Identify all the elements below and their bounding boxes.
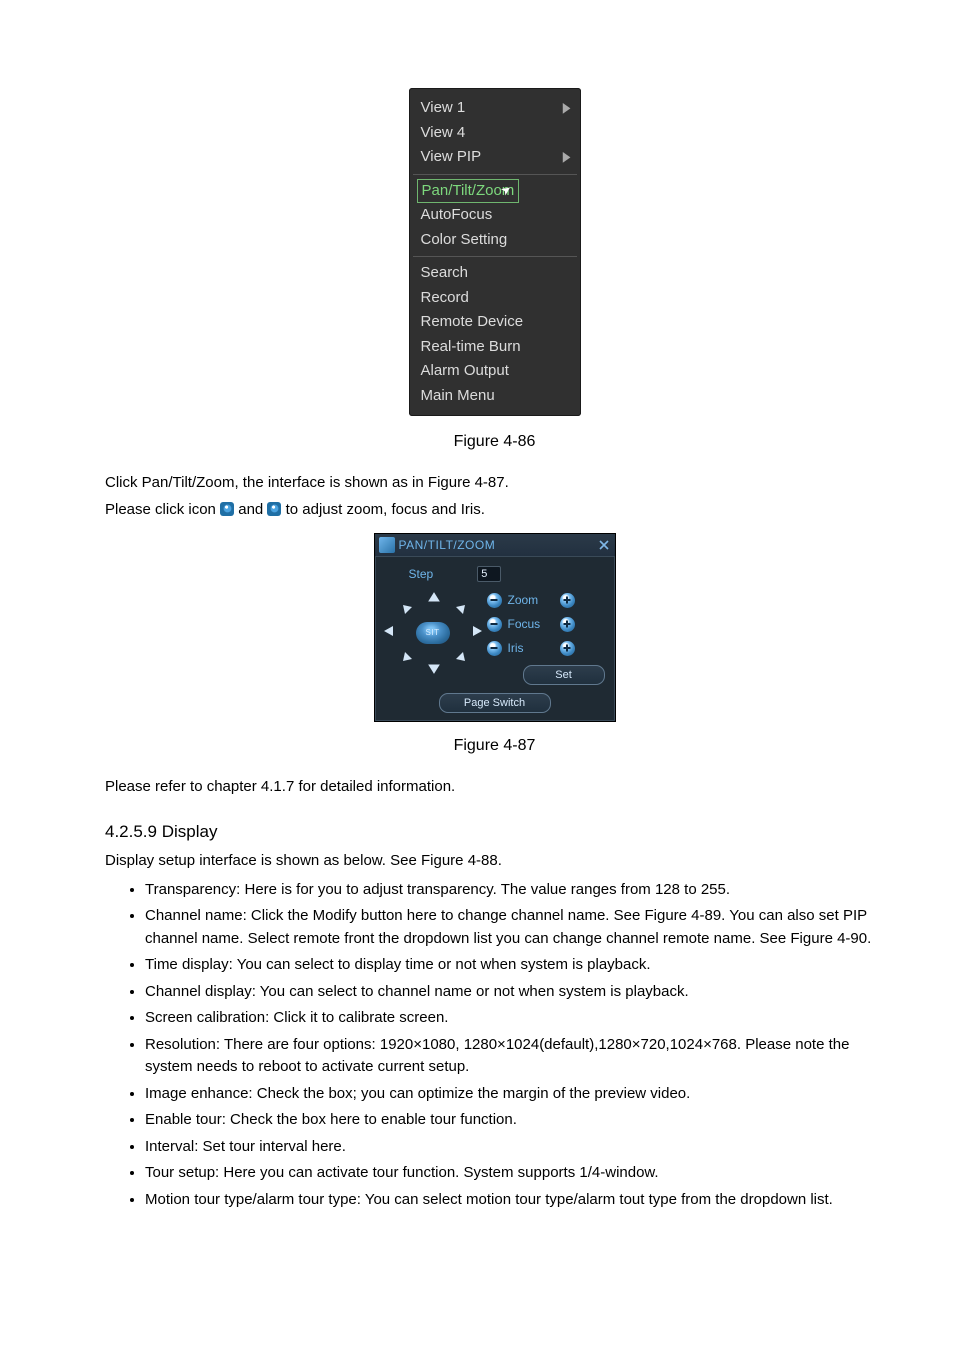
ctx-item-label: Color Setting xyxy=(421,229,508,252)
ptz-arrow-up[interactable] xyxy=(425,589,443,607)
page-root: View 1 ▶ View 4 View PIP ▶ Pan/Tilt/Zoom… xyxy=(0,0,954,1277)
ctx-item-remote-device[interactable]: Remote Device xyxy=(409,310,581,335)
focus-plus-button[interactable] xyxy=(560,617,575,632)
list-item: Transparency: Here is for you to adjust … xyxy=(145,879,884,902)
ptz-row-label: Iris xyxy=(508,639,554,657)
ptz-title-left: PAN/TILT/ZOOM xyxy=(379,536,496,554)
submenu-arrow-icon: ▶ xyxy=(563,147,571,168)
ctx-item-realtime-burn[interactable]: Real-time Burn xyxy=(409,335,581,360)
plus-sphere-icon xyxy=(267,502,281,516)
ctx-item-label: View 4 xyxy=(421,122,466,145)
ptz-arrow-down[interactable] xyxy=(425,659,443,677)
ptz-row-label: Focus xyxy=(508,615,554,633)
ptz-direction-pad: SIT xyxy=(385,589,481,677)
figure-caption-86: Figure 4-86 xyxy=(105,430,884,454)
ptz-sit-button[interactable]: SIT xyxy=(416,622,450,644)
ctx-item-label: View 1 xyxy=(421,97,466,120)
ctx-item-main-menu[interactable]: Main Menu xyxy=(409,384,581,409)
zoom-plus-button[interactable] xyxy=(560,593,575,608)
iris-minus-button[interactable] xyxy=(487,641,502,656)
ptz-focus-row: Focus xyxy=(487,615,605,633)
list-item: Tour setup: Here you can activate tour f… xyxy=(145,1162,884,1185)
ptz-arrow-downright[interactable] xyxy=(451,647,469,665)
ptz-step-label: Step xyxy=(409,565,434,583)
ctx-item-color-setting[interactable]: Color Setting xyxy=(409,228,581,253)
body-text-fragment: and xyxy=(238,501,267,518)
ctx-item-label: Real-time Burn xyxy=(421,336,521,359)
ptz-zoom-row: Zoom xyxy=(487,591,605,609)
ptz-title-icon xyxy=(379,537,395,553)
ptz-titlebar: PAN/TILT/ZOOM xyxy=(375,534,615,557)
body-text-fragment: to adjust zoom, focus and Iris. xyxy=(286,501,485,518)
display-bullet-list: Transparency: Here is for you to adjust … xyxy=(105,879,884,1212)
ptz-arrow-downleft[interactable] xyxy=(399,647,417,665)
list-item: Enable tour: Check the box here to enabl… xyxy=(145,1109,884,1132)
minus-sphere-icon xyxy=(220,502,234,516)
ptz-title-text: PAN/TILT/ZOOM xyxy=(399,536,496,554)
ctx-item-label: Pan/Tilt/Zoom xyxy=(417,179,520,204)
ptz-control-rows: Zoom Focus Iris xyxy=(487,589,605,685)
list-item: Resolution: There are four options: 1920… xyxy=(145,1034,884,1079)
ptz-arrow-right[interactable] xyxy=(471,623,483,644)
ctx-item-ptz-highlighted[interactable]: Pan/Tilt/Zoom ➤ xyxy=(417,179,573,204)
list-item: Channel name: Click the Modify button he… xyxy=(145,905,884,950)
iris-plus-button[interactable] xyxy=(560,641,575,656)
ctx-item-label: Search xyxy=(421,262,469,285)
ptz-set-button[interactable]: Set xyxy=(523,665,605,685)
body-paragraph: Please click icon and to adjust zoom, fo… xyxy=(105,499,884,522)
ctx-item-view4[interactable]: View 4 xyxy=(409,121,581,146)
context-menu: View 1 ▶ View 4 View PIP ▶ Pan/Tilt/Zoom… xyxy=(409,88,581,416)
focus-minus-button[interactable] xyxy=(487,617,502,632)
ctx-item-view-pip[interactable]: View PIP ▶ xyxy=(409,145,581,170)
list-item: Interval: Set tour interval here. xyxy=(145,1136,884,1159)
ptz-page-switch-button[interactable]: Page Switch xyxy=(439,693,551,713)
ptz-set-row: Set xyxy=(487,665,605,685)
body-text-fragment: Please click icon xyxy=(105,501,220,518)
ctx-item-label: View PIP xyxy=(421,146,482,169)
ptz-arrow-left[interactable] xyxy=(383,623,395,644)
section-heading-display: 4.2.5.9 Display xyxy=(105,819,884,845)
ptz-step-row: Step xyxy=(385,565,605,583)
list-item: Channel display: You can select to chann… xyxy=(145,981,884,1004)
ctx-item-label: Main Menu xyxy=(421,385,495,408)
ptz-row-label: Zoom xyxy=(508,591,554,609)
ptz-dialog-screenshot: PAN/TILT/ZOOM Step xyxy=(105,533,884,722)
ctx-item-view1[interactable]: View 1 ▶ xyxy=(409,96,581,121)
ptz-sit-label: SIT xyxy=(426,627,440,639)
ctx-item-label: Alarm Output xyxy=(421,360,509,383)
close-icon[interactable] xyxy=(597,538,611,552)
ctx-item-label: Remote Device xyxy=(421,311,524,334)
zoom-minus-button[interactable] xyxy=(487,593,502,608)
context-menu-screenshot: View 1 ▶ View 4 View PIP ▶ Pan/Tilt/Zoom… xyxy=(105,88,884,416)
body-paragraph: Please refer to chapter 4.1.7 for detail… xyxy=(105,776,884,799)
ptz-dialog: PAN/TILT/ZOOM Step xyxy=(374,533,616,722)
ctx-item-label: AutoFocus xyxy=(421,204,493,227)
list-item: Time display: You can select to display … xyxy=(145,954,884,977)
ptz-step-input[interactable] xyxy=(477,566,501,582)
list-item: Image enhance: Check the box; you can op… xyxy=(145,1083,884,1106)
list-item: Motion tour type/alarm tour type: You ca… xyxy=(145,1189,884,1212)
body-paragraph: Display setup interface is shown as belo… xyxy=(105,850,884,873)
ctx-item-label: Record xyxy=(421,287,469,310)
ctx-item-autofocus[interactable]: AutoFocus xyxy=(409,203,581,228)
figure-caption-87: Figure 4-87 xyxy=(105,734,884,758)
ptz-page-switch-row: Page Switch xyxy=(385,693,605,713)
ptz-body: Step xyxy=(375,557,615,721)
ptz-main: SIT Zoom Focus xyxy=(385,589,605,685)
body-paragraph: Click Pan/Tilt/Zoom, the interface is sh… xyxy=(105,472,884,495)
ptz-arrow-upleft[interactable] xyxy=(399,601,417,619)
context-menu-group: Search Record Remote Device Real-time Bu… xyxy=(409,257,581,412)
submenu-arrow-icon: ▶ xyxy=(563,98,571,119)
ptz-arrow-upright[interactable] xyxy=(451,601,469,619)
context-menu-group: Pan/Tilt/Zoom ➤ AutoFocus Color Setting xyxy=(409,175,581,257)
list-item: Screen calibration: Click it to calibrat… xyxy=(145,1007,884,1030)
ctx-item-record[interactable]: Record xyxy=(409,286,581,311)
ctx-item-search[interactable]: Search xyxy=(409,261,581,286)
context-menu-group: View 1 ▶ View 4 View PIP ▶ xyxy=(409,92,581,174)
ctx-item-alarm-output[interactable]: Alarm Output xyxy=(409,359,581,384)
ptz-iris-row: Iris xyxy=(487,639,605,657)
